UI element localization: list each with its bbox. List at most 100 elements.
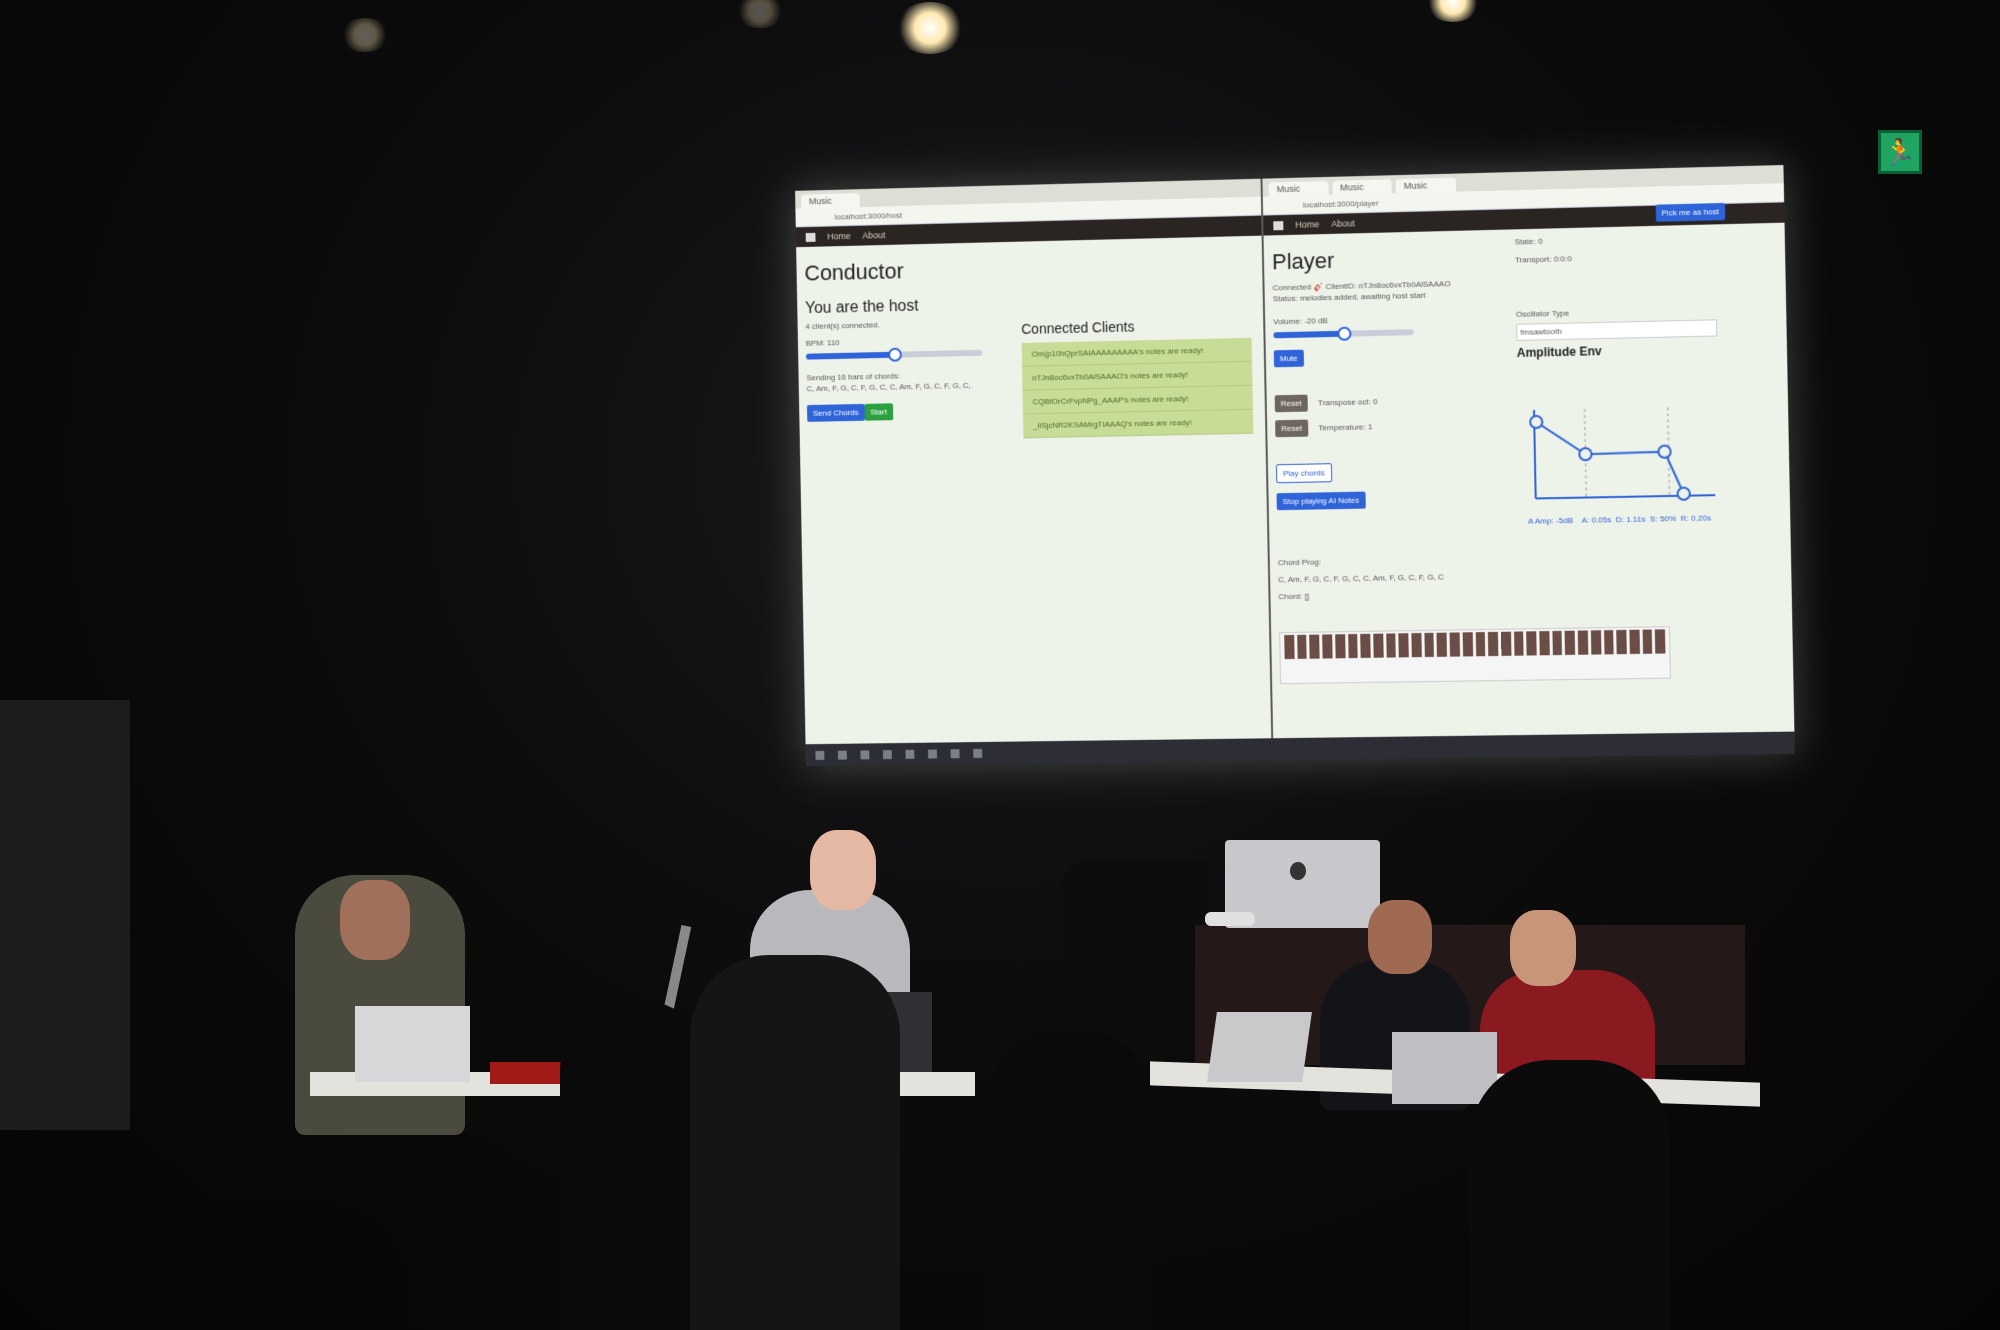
bpm-slider-fill	[805, 351, 895, 360]
piano-key[interactable]	[1577, 630, 1589, 655]
ceiling-light-dim	[735, 0, 785, 28]
env-sustain-handle[interactable]	[1658, 446, 1670, 458]
browser-tab[interactable]: Music	[1395, 177, 1456, 194]
presenter-head	[1368, 900, 1432, 974]
transpose-label: Transpose oct: 0	[1317, 397, 1378, 408]
client-item: _IiSjcNR2KSAMrgTIAAAQ's notes are ready!	[1022, 409, 1254, 439]
app-logo-icon	[1273, 220, 1284, 230]
mute-button[interactable]: Mute	[1273, 349, 1304, 368]
audio-interface	[490, 1062, 565, 1084]
reset-button[interactable]: Reset	[1275, 419, 1309, 438]
nav-home-link[interactable]: Home	[1295, 219, 1319, 230]
piano-key[interactable]	[1398, 633, 1409, 658]
search-icon[interactable]	[837, 750, 847, 760]
transport-text: Transport: 0:0:0	[1514, 254, 1572, 265]
piano-key[interactable]	[1449, 632, 1460, 657]
bpm-slider-knob[interactable]	[888, 347, 902, 362]
oscillator-select[interactable]: fmsawtooth	[1516, 319, 1718, 341]
chord-text: Chord: []	[1278, 591, 1310, 602]
bpm-slider[interactable]	[805, 347, 983, 362]
piano-key[interactable]	[1642, 629, 1653, 654]
oscillator-label: Oscillator Type	[1515, 308, 1570, 319]
volume-slider[interactable]	[1273, 326, 1414, 341]
piano-key[interactable]	[1334, 634, 1346, 659]
stage-back-wall	[0, 700, 130, 1130]
piano-key[interactable]	[1322, 634, 1333, 659]
chord-prog-label: Chord Prog:	[1277, 557, 1321, 568]
connected-clients-panel: Connected Clients Om(p10hQprSAIAAAAAAAAA…	[1021, 316, 1254, 439]
ceiling-light	[895, 2, 965, 54]
conductor-window: Music localhost:3000/host Home About Con…	[795, 178, 1274, 745]
conductor-content: Conductor You are the host 4 client(s) c…	[796, 236, 1265, 439]
stop-ai-notes-button[interactable]: Stop playing AI Notes	[1276, 491, 1366, 511]
amplitude-envelope-graph[interactable]	[1526, 396, 1731, 511]
taskbar-app-icon[interactable]	[927, 749, 937, 759]
env-labels: A Amp: -5dB A: 0.05s D: 1.11s S: 50% R: …	[1527, 513, 1712, 526]
apple-logo-icon	[1290, 862, 1306, 880]
piano-key[interactable]	[1500, 631, 1512, 656]
piano-key[interactable]	[1462, 632, 1473, 657]
presenter-head	[810, 830, 876, 910]
piano-key[interactable]	[1526, 631, 1537, 656]
audience-member	[1470, 1060, 1670, 1330]
piano-keyboard[interactable]	[1279, 626, 1671, 685]
laptop	[355, 1006, 470, 1082]
piano-key[interactable]	[1373, 633, 1384, 658]
nav-home-link[interactable]: Home	[827, 231, 851, 241]
presenter-head	[340, 880, 410, 960]
piano-key[interactable]	[1616, 629, 1627, 655]
env-attack-handle[interactable]	[1530, 416, 1542, 428]
exit-sign-icon: 🏃	[1878, 130, 1922, 174]
piano-key[interactable]	[1284, 634, 1295, 660]
taskbar-app-icon[interactable]	[950, 748, 960, 758]
piano-key[interactable]	[1603, 630, 1614, 655]
piano-key[interactable]	[1629, 629, 1640, 655]
piano-key[interactable]	[1552, 630, 1563, 656]
start-button[interactable]: Start	[864, 403, 893, 421]
audience-member	[690, 955, 900, 1330]
router	[1205, 912, 1255, 926]
piano-key[interactable]	[1565, 630, 1576, 655]
send-chords-button[interactable]: Send Chords	[806, 403, 865, 422]
piano-key[interactable]	[1488, 631, 1499, 657]
presenter-head	[1510, 910, 1576, 986]
taskbar-app-icon[interactable]	[905, 749, 915, 759]
piano-key[interactable]	[1347, 633, 1358, 659]
start-icon[interactable]	[815, 750, 825, 760]
piano-key[interactable]	[1513, 631, 1524, 656]
taskbar-app-icon[interactable]	[882, 749, 892, 759]
piano-key[interactable]	[1475, 632, 1486, 657]
piano-key[interactable]	[1296, 634, 1308, 659]
piano-key[interactable]	[1385, 633, 1397, 658]
app-logo-icon	[805, 232, 816, 242]
page-title: Conductor	[804, 258, 904, 286]
nav-about-link[interactable]: About	[1331, 218, 1355, 229]
env-release-handle[interactable]	[1677, 488, 1689, 500]
audience-member	[560, 1000, 710, 1330]
volume-slider-fill	[1273, 330, 1344, 339]
player-window: Music Music Music localhost:3000/player …	[1262, 165, 1795, 739]
piano-key[interactable]	[1539, 631, 1550, 656]
pick-host-button[interactable]: Pick me as host	[1655, 202, 1726, 222]
browser-tab[interactable]: Music	[1331, 179, 1392, 195]
browser-tab[interactable]: Music	[1268, 180, 1329, 197]
laptop	[1207, 1012, 1312, 1082]
piano-key[interactable]	[1309, 634, 1320, 659]
taskbar-app-icon[interactable]	[860, 749, 870, 759]
piano-key[interactable]	[1655, 629, 1666, 654]
env-decay-handle[interactable]	[1579, 448, 1591, 460]
taskbar-app-icon[interactable]	[973, 748, 983, 758]
amp-env-heading: Amplitude Env	[1516, 344, 1602, 361]
piano-key[interactable]	[1436, 632, 1448, 657]
reset-button[interactable]: Reset	[1274, 394, 1308, 413]
piano	[1060, 860, 1210, 970]
play-chords-button[interactable]: Play chords	[1275, 463, 1333, 484]
piano-key[interactable]	[1411, 633, 1422, 658]
piano-key[interactable]	[1360, 633, 1371, 658]
nav-about-link[interactable]: About	[862, 230, 885, 240]
volume-slider-knob[interactable]	[1337, 326, 1352, 341]
laptop	[1392, 1032, 1497, 1104]
piano-key[interactable]	[1424, 632, 1435, 658]
piano-key[interactable]	[1590, 630, 1602, 655]
browser-tab[interactable]: Music	[800, 193, 860, 209]
